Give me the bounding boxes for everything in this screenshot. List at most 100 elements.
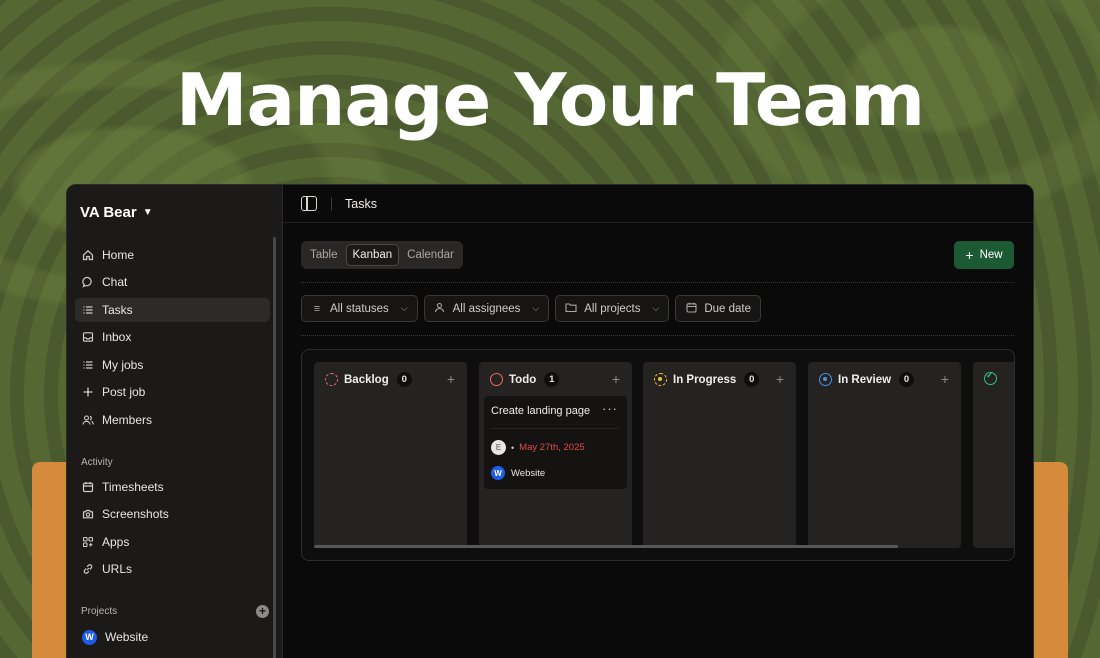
- column-header: Backlog 0: [325, 372, 457, 387]
- sidebar-item-screenshots[interactable]: Screenshots: [75, 502, 270, 526]
- sidebar-item-label: My jobs: [102, 358, 144, 372]
- kanban-column-todo: Todo 1 + Create landing page ··· E • May…: [479, 362, 632, 548]
- sidebar-item-project-website[interactable]: W Website: [75, 625, 270, 649]
- sidebar-item-label: Tasks: [102, 303, 133, 317]
- sidebar-item-my-jobs[interactable]: My jobs: [75, 353, 270, 377]
- in-progress-status-icon: [654, 373, 667, 386]
- tab-calendar[interactable]: Calendar: [401, 245, 460, 265]
- sidebar-toggle-icon[interactable]: [301, 196, 317, 211]
- card-divider: [491, 428, 618, 429]
- section-label-projects: Projects: [81, 606, 118, 617]
- backlog-status-icon: [325, 373, 338, 386]
- in-review-status-icon: [819, 373, 832, 386]
- sidebar-item-label: Post job: [102, 385, 146, 399]
- column-title: In Progress: [673, 373, 737, 386]
- add-project-button[interactable]: +: [256, 605, 269, 618]
- app-window: VA Bear ▼ Home Chat Tasks Inbox My jobs …: [66, 184, 1034, 658]
- main-panel: Tasks Table Kanban Calendar + New ≡ All …: [282, 185, 1033, 658]
- filter-statuses[interactable]: ≡ All statuses ⌵: [301, 295, 418, 322]
- hero-title: Manage Your Team: [175, 58, 925, 142]
- chevron-down-icon: ▼: [142, 207, 153, 218]
- column-count: 0: [899, 372, 915, 387]
- list-icon: [82, 304, 94, 316]
- tab-kanban[interactable]: Kanban: [345, 244, 400, 266]
- kanban-column-done: [973, 362, 1014, 548]
- page-title: Tasks: [345, 197, 377, 211]
- kanban-board: Backlog 0 + Todo 1 + Create landing page…: [301, 349, 1015, 561]
- column-count: 0: [744, 372, 760, 387]
- topbar: Tasks: [283, 185, 1033, 223]
- task-card[interactable]: Create landing page ··· E • May 27th, 20…: [484, 396, 627, 489]
- topbar-divider: [331, 197, 332, 211]
- add-card-button[interactable]: +: [612, 371, 620, 387]
- new-button-label: New: [979, 249, 1003, 261]
- workspace-name: VA Bear: [80, 204, 137, 221]
- sidebar: VA Bear ▼ Home Chat Tasks Inbox My jobs …: [67, 185, 282, 658]
- sidebar-item-label: Inbox: [102, 330, 132, 344]
- task-project: W Website: [491, 466, 545, 480]
- column-title: Backlog: [344, 373, 389, 386]
- chevron-down-icon: ⌵: [400, 303, 408, 313]
- sidebar-item-label: Home: [102, 248, 135, 262]
- home-icon: [82, 249, 94, 261]
- sidebar-item-members[interactable]: Members: [75, 408, 270, 432]
- link-icon: [82, 563, 94, 575]
- users-icon: [82, 414, 94, 426]
- sidebar-item-label: Apps: [102, 535, 130, 549]
- sidebar-item-label: Website: [105, 630, 149, 644]
- filter-due-date[interactable]: Due date: [675, 295, 761, 322]
- status-filter-icon: ≡: [313, 302, 321, 315]
- folder-icon: [565, 302, 577, 316]
- column-title: Todo: [509, 373, 537, 386]
- kanban-column-in-review: In Review 0 +: [808, 362, 961, 548]
- column-header: [984, 370, 1014, 385]
- filter-label: All assignees: [452, 302, 521, 315]
- sidebar-item-post-job[interactable]: Post job: [75, 380, 270, 404]
- list-icon: [82, 359, 94, 371]
- tab-table[interactable]: Table: [304, 245, 344, 265]
- sidebar-item-inbox[interactable]: Inbox: [75, 325, 270, 349]
- task-meta: E • May 27th, 2025: [491, 440, 585, 455]
- add-card-button[interactable]: +: [776, 371, 784, 387]
- inbox-icon: [82, 331, 94, 343]
- add-card-button[interactable]: +: [447, 371, 455, 387]
- workspace-switcher[interactable]: VA Bear ▼: [80, 204, 153, 221]
- filter-bar: ≡ All statuses ⌵ All assignees ⌵ All pro…: [301, 295, 761, 322]
- column-count: 0: [396, 372, 412, 387]
- more-options-icon[interactable]: ···: [602, 401, 618, 416]
- plus-icon: [82, 386, 94, 398]
- column-header: In Progress 0: [654, 372, 786, 387]
- column-header: Todo 1: [490, 372, 622, 387]
- kanban-column-backlog: Backlog 0 +: [314, 362, 467, 548]
- sidebar-item-timesheets[interactable]: Timesheets: [75, 475, 270, 499]
- apps-icon: [82, 536, 94, 548]
- add-card-button[interactable]: +: [941, 371, 949, 387]
- sidebar-item-apps[interactable]: Apps: [75, 530, 270, 554]
- column-count: 1: [544, 372, 560, 387]
- sidebar-item-urls[interactable]: URLs: [75, 557, 270, 581]
- filter-assignees[interactable]: All assignees ⌵: [423, 295, 550, 322]
- todo-status-icon: [490, 373, 503, 386]
- assignee-avatar[interactable]: E: [491, 440, 506, 455]
- sidebar-item-chat[interactable]: Chat: [75, 270, 270, 294]
- sidebar-item-tasks[interactable]: Tasks: [75, 298, 270, 322]
- column-header: In Review 0: [819, 372, 951, 387]
- due-date: May 27th, 2025: [519, 442, 585, 453]
- plus-icon: +: [965, 247, 974, 263]
- board-horizontal-scrollbar[interactable]: [314, 545, 898, 548]
- project-badge: W: [491, 466, 505, 480]
- filter-label: All projects: [584, 302, 641, 315]
- new-task-button[interactable]: + New: [954, 241, 1014, 269]
- project-badge: W: [82, 629, 97, 645]
- filter-projects[interactable]: All projects ⌵: [555, 295, 670, 322]
- user-icon: [434, 302, 446, 316]
- chat-icon: [82, 276, 94, 288]
- divider-dotted: [301, 282, 1014, 283]
- view-tabs: Table Kanban Calendar: [301, 241, 463, 269]
- calendar-icon: [685, 302, 697, 316]
- done-status-icon: [984, 370, 997, 385]
- section-label-activity: Activity: [81, 457, 113, 468]
- filter-label: Due date: [704, 302, 751, 315]
- sidebar-item-home[interactable]: Home: [75, 243, 270, 267]
- sidebar-scrollbar[interactable]: [273, 237, 276, 658]
